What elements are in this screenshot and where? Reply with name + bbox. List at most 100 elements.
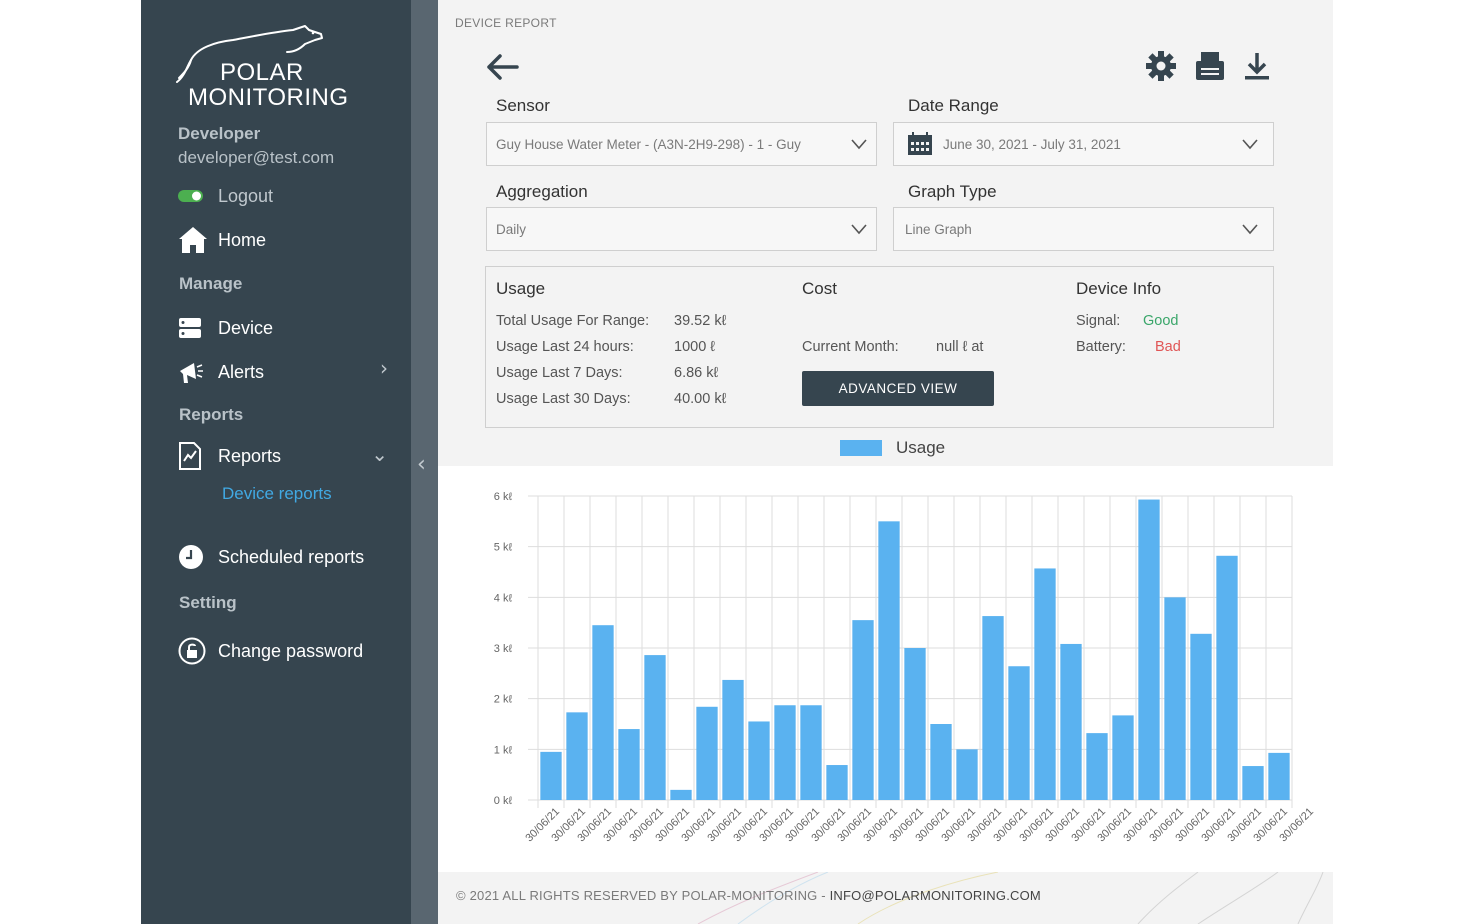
nav-scheduled-reports[interactable]: Scheduled reports bbox=[178, 543, 364, 571]
chart-bar[interactable] bbox=[774, 705, 796, 800]
brand-logo[interactable]: POLAR MONITORING bbox=[175, 24, 348, 114]
chart-bar[interactable] bbox=[1242, 766, 1264, 800]
battery-label: Battery: bbox=[1076, 339, 1126, 355]
section-reports: Reports bbox=[179, 405, 244, 424]
server-icon bbox=[178, 314, 208, 342]
sensor-select[interactable]: Guy House Water Meter - (A3N-2H9-298) - … bbox=[486, 122, 877, 166]
chart-bar[interactable] bbox=[800, 705, 822, 800]
home-icon bbox=[178, 226, 208, 254]
chart-bar[interactable] bbox=[982, 616, 1004, 800]
chart-bar[interactable] bbox=[696, 706, 718, 800]
chevron-down-icon bbox=[1242, 224, 1258, 235]
nav-reports[interactable]: Reports ⌄ bbox=[178, 442, 388, 470]
signal-label: Signal: bbox=[1076, 313, 1121, 329]
chart-bar[interactable] bbox=[1008, 666, 1030, 800]
device-info-title: Device Info bbox=[1076, 279, 1162, 298]
usage-row-value: 1000 ℓ bbox=[674, 339, 715, 355]
chart-legend-item[interactable]: Usage bbox=[840, 438, 945, 458]
cost-title: Cost bbox=[802, 279, 837, 298]
logout-toggle[interactable]: Logout bbox=[178, 182, 273, 210]
megaphone-icon bbox=[178, 358, 208, 386]
sidebar-collapse-handle[interactable]: ‹ bbox=[411, 0, 438, 924]
print-icon bbox=[1196, 52, 1224, 80]
date-range-value: June 30, 2021 - July 31, 2021 bbox=[943, 136, 1121, 152]
nav-change-password[interactable]: Change password bbox=[178, 637, 363, 665]
legend-label: Usage bbox=[896, 438, 946, 457]
chart-bar[interactable] bbox=[852, 620, 874, 800]
sidebar: POLAR MONITORING Developer developer@tes… bbox=[141, 0, 411, 924]
graph-type-select[interactable]: Line Graph bbox=[893, 207, 1274, 251]
chart-bar[interactable] bbox=[748, 721, 770, 800]
chart-bar[interactable] bbox=[1164, 597, 1186, 800]
current-month-label: Current Month: bbox=[802, 339, 899, 355]
nav-home-label: Home bbox=[218, 229, 267, 250]
y-tick-label: 0 kℓ bbox=[494, 795, 513, 807]
y-tick-label: 4 kℓ bbox=[494, 592, 513, 604]
chart-bar[interactable] bbox=[1060, 643, 1082, 800]
chart-bar[interactable] bbox=[878, 521, 900, 800]
chart-bar[interactable] bbox=[592, 625, 614, 800]
footer: © 2021 ALL RIGHTS RESERVED BY POLAR-MONI… bbox=[456, 888, 1041, 903]
usage-row-label: Usage Last 24 hours: bbox=[496, 339, 634, 355]
nav-home[interactable]: Home bbox=[178, 226, 266, 254]
chart-bar[interactable] bbox=[1138, 499, 1160, 800]
chart-bar[interactable] bbox=[1216, 555, 1238, 800]
advanced-view-button[interactable]: ADVANCED VIEW bbox=[802, 371, 994, 406]
lock-icon bbox=[178, 637, 208, 665]
chevron-down-icon: ⌄ bbox=[371, 442, 388, 466]
arrow-left-icon bbox=[487, 54, 519, 80]
chart-bar[interactable] bbox=[1034, 568, 1056, 800]
chart-bar[interactable] bbox=[956, 749, 978, 800]
summary-panel: Usage Total Usage For Range: 39.52 kℓ Us… bbox=[485, 266, 1274, 428]
chart-bar[interactable] bbox=[1268, 752, 1290, 800]
nav-reports-label: Reports bbox=[218, 445, 282, 466]
chart-bar[interactable] bbox=[644, 655, 666, 800]
clock-icon bbox=[178, 543, 208, 571]
y-tick-label: 5 kℓ bbox=[494, 542, 513, 554]
chart-bar[interactable] bbox=[826, 765, 848, 800]
report-chart-icon bbox=[178, 442, 208, 470]
battery-status: Bad bbox=[1155, 339, 1181, 355]
app-root: POLAR MONITORING Developer developer@tes… bbox=[141, 0, 1333, 924]
brand-line1: POLAR bbox=[220, 59, 304, 86]
download-button[interactable] bbox=[1241, 50, 1273, 82]
nav-device-reports[interactable]: Device reports bbox=[222, 484, 332, 504]
usage-row-value: 40.00 kℓ bbox=[674, 391, 727, 407]
footer-email-link[interactable]: INFO@POLARMONITORING.COM bbox=[830, 888, 1041, 903]
gear-icon bbox=[1146, 51, 1176, 81]
date-range-picker[interactable]: June 30, 2021 - July 31, 2021 bbox=[893, 122, 1274, 166]
usage-row-value: 6.86 kℓ bbox=[674, 365, 719, 381]
chart-bar[interactable] bbox=[540, 751, 562, 800]
y-tick-label: 1 kℓ bbox=[494, 744, 513, 756]
user-email: developer@test.com bbox=[178, 148, 335, 167]
chart-bar[interactable] bbox=[1086, 733, 1108, 800]
footer-copyright: © 2021 ALL RIGHTS RESERVED BY POLAR-MONI… bbox=[456, 888, 830, 903]
aggregation-label: Aggregation bbox=[496, 182, 588, 201]
chart-bar[interactable] bbox=[566, 712, 588, 800]
usage-bar-chart: 0 kℓ1 kℓ2 kℓ3 kℓ4 kℓ5 kℓ6 kℓ30/06/2130/0… bbox=[494, 491, 1316, 844]
nav-device[interactable]: Device bbox=[178, 314, 273, 342]
chart-bar[interactable] bbox=[1112, 715, 1134, 800]
nav-change-password-label: Change password bbox=[218, 640, 364, 661]
chevron-down-icon bbox=[851, 139, 867, 150]
chart-bar[interactable] bbox=[722, 679, 744, 800]
chevron-right-icon: › bbox=[380, 356, 388, 380]
chart-bar[interactable] bbox=[1190, 633, 1212, 800]
sensor-label: Sensor bbox=[496, 96, 550, 115]
back-button[interactable] bbox=[485, 52, 519, 82]
settings-button[interactable] bbox=[1145, 50, 1177, 82]
usage-title: Usage bbox=[496, 279, 546, 298]
signal-status: Good bbox=[1143, 313, 1179, 329]
chevron-down-icon bbox=[1242, 139, 1258, 150]
chart-bar[interactable] bbox=[904, 648, 926, 800]
logout-label: Logout bbox=[218, 185, 274, 206]
sensor-value: Guy House Water Meter - (A3N-2H9-298) - … bbox=[496, 136, 801, 152]
print-button[interactable] bbox=[1194, 50, 1226, 82]
chart-bar[interactable] bbox=[670, 789, 692, 800]
aggregation-select[interactable]: Daily bbox=[486, 207, 877, 251]
nav-alerts[interactable]: Alerts › bbox=[178, 356, 388, 386]
usage-row-label: Usage Last 30 Days: bbox=[496, 391, 631, 407]
chart-bar[interactable] bbox=[930, 724, 952, 800]
graph-type-value: Line Graph bbox=[905, 221, 972, 237]
chart-bar[interactable] bbox=[618, 729, 640, 800]
